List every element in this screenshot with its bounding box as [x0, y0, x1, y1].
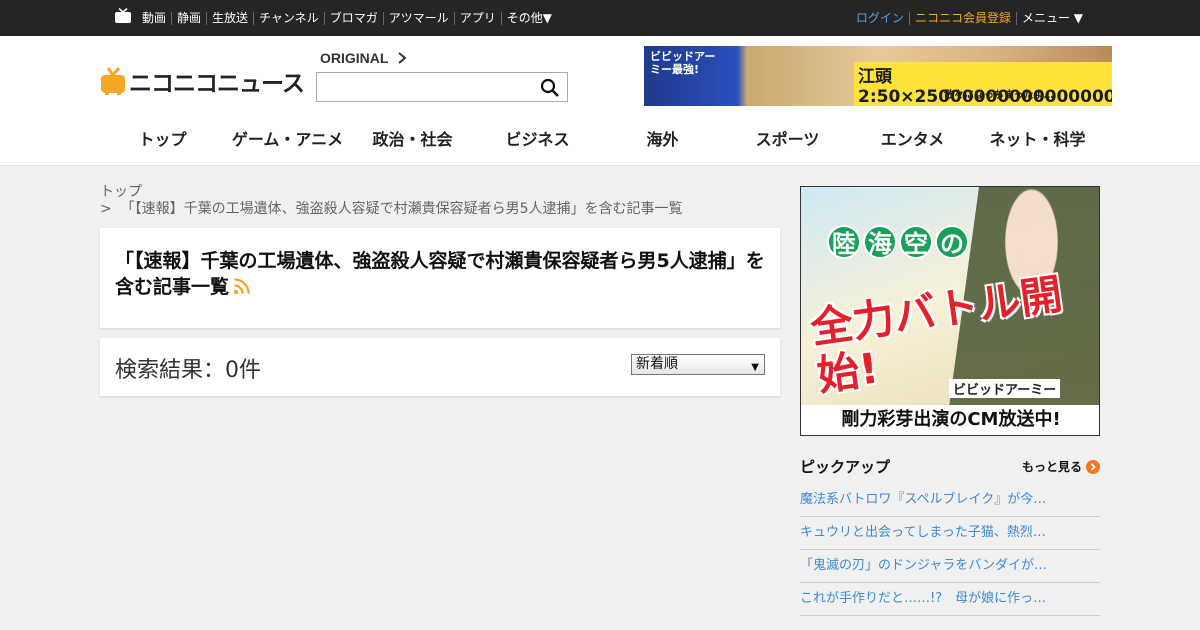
logo-text: ニコニコニュース [129, 71, 305, 97]
category-sports[interactable]: スポーツ [725, 128, 850, 152]
sidebar-ad[interactable]: 陸海空の 全力バトル開始! ビビッドアーミー 剛力彩芽出演のCM放送中! [800, 186, 1100, 436]
ad-char-no: の [935, 225, 969, 259]
niconico-tv-icon [101, 67, 125, 95]
nav-seiga[interactable]: 静画 [171, 11, 206, 25]
pickup-list: 魔法系バトロワ『スペルブレイク』が今… キュウリと出会ってしまった子猫、熱烈… … [800, 484, 1100, 616]
site-logo[interactable]: ニコニコニュース [100, 64, 305, 98]
caret-down-icon: ▼ [751, 362, 759, 373]
ad-bottom-text: 剛力彩芽出演のCM放送中! [801, 405, 1099, 435]
banner-brand: ビビッドアーミー最強! [650, 50, 716, 76]
pickup-item[interactable]: 「鬼滅の刃」のドンジャラをバンダイが… [800, 550, 1100, 583]
ad-chars: 陸海空の [827, 225, 971, 259]
breadcrumb-separator: > [100, 201, 112, 217]
category-entame[interactable]: エンタメ [850, 128, 975, 152]
category-net-science[interactable]: ネット・科学 [975, 128, 1100, 152]
page-title: 「【速報】千葉の工場遺体、強盗殺人容疑で村瀬貴保容疑者ら男5人逮捕」を含む記事一… [115, 248, 765, 300]
pickup-item[interactable]: 魔法系バトロワ『スペルブレイク』が今… [800, 484, 1100, 517]
nav-blomaga[interactable]: ブロマガ [323, 11, 383, 25]
ad-char-umi: 海 [863, 225, 897, 259]
account-nav: ログイン ニコニコ会員登録 メニュー ▼ [851, 0, 1088, 36]
page-title-text: 「【速報】千葉の工場遺体、強盗殺人容疑で村瀬貴保容疑者ら男5人逮捕」を含む記事一… [115, 250, 765, 298]
nav-atsumaru[interactable]: アツマール [382, 11, 454, 25]
global-topbar: 動画 静画 生放送 チャンネル ブロマガ アツマール アプリ その他▼ ログイン… [0, 0, 1200, 36]
ad-char-riku: 陸 [827, 225, 861, 259]
nav-live[interactable]: 生放送 [206, 11, 253, 25]
service-nav: 動画 静画 生放送 チャンネル ブロマガ アツマール アプリ その他▼ [137, 0, 557, 36]
banner-sub: 散々になっちまったよ… [944, 90, 1054, 101]
category-top[interactable]: トップ [100, 128, 225, 152]
menu-dropdown[interactable]: メニュー ▼ [1015, 11, 1088, 25]
nav-douga[interactable]: 動画 [137, 11, 171, 25]
category-nav: トップ ゲーム・アニメ 政治・社会 ビジネス 海外 スポーツ エンタメ ネット・… [100, 128, 1100, 152]
category-game-anime[interactable]: ゲーム・アニメ [225, 128, 350, 152]
ad-char-sora: 空 [899, 225, 933, 259]
breadcrumb-current: > 「【速報】千葉の工場遺体、強盗殺人容疑で村瀬貴保容疑者ら男5人逮捕」を含む記… [100, 201, 780, 218]
nav-others[interactable]: その他▼ [500, 11, 557, 25]
category-world[interactable]: 海外 [600, 128, 725, 152]
category-business[interactable]: ビジネス [475, 128, 600, 152]
breadcrumb: トップ > 「【速報】千葉の工場遺体、強盗殺人容疑で村瀬貴保容疑者ら男5人逮捕」… [100, 184, 780, 218]
pickup-header: ピックアップ もっと見る [800, 456, 1100, 478]
category-politics[interactable]: 政治・社会 [350, 128, 475, 152]
search-box [316, 72, 568, 102]
pickup-title: ピックアップ [800, 458, 891, 476]
breadcrumb-current-text: 「【速報】千葉の工場遺体、強盗殺人容疑で村瀬貴保容疑者ら男5人逮捕」を含む記事一… [120, 201, 683, 217]
results-count: 検索結果：0件 [115, 358, 261, 383]
breadcrumb-home[interactable]: トップ [100, 184, 780, 201]
pickup-item[interactable]: これが手作りだと……!? 母が娘に作っ… [800, 583, 1100, 616]
site-header: ニコニコニュース ORIGINAL ビビッドアーミー最強! 江頭2:50×250… [0, 36, 1200, 166]
more-link[interactable]: もっと見る [1022, 458, 1100, 475]
search-results-card: 検索結果：0件 新着順 ▼ [100, 338, 780, 396]
rss-icon[interactable] [233, 277, 251, 295]
chevron-right-icon [398, 52, 407, 64]
ad-brand: ビビッドアーミー [949, 379, 1061, 398]
original-link[interactable]: ORIGINAL [320, 50, 407, 66]
tv-icon[interactable] [114, 8, 132, 24]
more-label: もっと見る [1021, 460, 1082, 474]
sort-selected: 新着順 [636, 356, 678, 372]
header-ad-banner[interactable]: ビビッドアーミー最強! 江頭2:50×250000000000000000 散々… [644, 46, 1112, 106]
nav-channel[interactable]: チャンネル [253, 11, 324, 25]
original-label: ORIGINAL [320, 50, 389, 66]
arrow-circle-right-icon [1086, 459, 1100, 474]
search-input[interactable] [317, 73, 527, 101]
sort-select[interactable]: 新着順 ▼ [631, 354, 765, 375]
login-link[interactable]: ログイン [851, 11, 909, 25]
register-link[interactable]: ニコニコ会員登録 [908, 11, 1016, 25]
pickup-item[interactable]: キュウリと出会ってしまった子猫、熱烈… [800, 517, 1100, 550]
nav-app[interactable]: アプリ [453, 11, 501, 25]
search-icon[interactable] [539, 77, 561, 99]
page-title-card: 「【速報】千葉の工場遺体、強盗殺人容疑で村瀬貴保容疑者ら男5人逮捕」を含む記事一… [100, 228, 780, 328]
